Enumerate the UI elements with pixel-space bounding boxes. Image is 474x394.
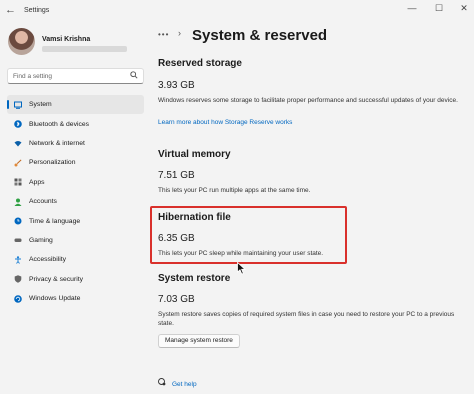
storage-reserve-learn-more-link[interactable]: Learn more about how Storage Reserve wor… [158, 119, 292, 126]
sidebar-item-label: System [29, 101, 52, 109]
sidebar-item-accounts[interactable]: Accounts [7, 192, 144, 211]
update-icon [14, 294, 22, 303]
virtual-memory-title: Virtual memory [158, 149, 231, 160]
bluetooth-icon [14, 120, 22, 128]
title-bar: ← Settings — ☐ ✕ [0, 0, 474, 22]
sidebar-item-label: Network & internet [29, 139, 85, 147]
close-button[interactable]: ✕ [457, 3, 471, 14]
sidebar-item-label: Time & language [29, 217, 81, 225]
sidebar-item-gaming[interactable]: Gaming [7, 231, 144, 250]
sidebar-item-system[interactable]: System [7, 95, 144, 115]
hibernation-file-size: 6.35 GB [158, 233, 195, 244]
hibernation-file-description: This lets your PC sleep while maintainin… [158, 250, 324, 257]
sidebar-item-label: Personalization [29, 159, 76, 167]
maximize-button[interactable]: ☐ [432, 3, 446, 14]
mouse-cursor-icon [237, 261, 247, 280]
sidebar-item-label: Bluetooth & devices [29, 120, 90, 128]
virtual-memory-description: This lets your PC run multiple apps at t… [158, 187, 311, 194]
search-placeholder: Find a setting [13, 73, 53, 80]
breadcrumb-overflow-button[interactable]: ••• [158, 30, 169, 39]
sidebar-item-label: Privacy & security [29, 275, 84, 283]
sidebar-item-label: Windows Update [29, 295, 81, 303]
sidebar-item-network[interactable]: Network & internet [7, 134, 144, 153]
sidebar-item-label: Apps [29, 178, 45, 186]
page-title: System & reserved [192, 27, 328, 44]
minimize-button[interactable]: — [405, 3, 419, 13]
sidebar-item-bluetooth[interactable]: Bluetooth & devices [7, 114, 144, 133]
user-name: Vamsi Krishna [42, 36, 91, 43]
globe-clock-icon [14, 217, 22, 225]
search-input[interactable]: Find a setting [7, 68, 144, 84]
person-icon [14, 198, 22, 206]
accessibility-icon [14, 256, 22, 264]
hibernation-file-title: Hibernation file [158, 212, 231, 223]
sidebar-item-label: Accessibility [29, 256, 67, 264]
wifi-icon [14, 139, 22, 147]
brush-icon [14, 159, 22, 167]
sidebar-item-label: Gaming [29, 236, 53, 244]
sidebar-item-personalization[interactable]: Personalization [7, 153, 144, 172]
avatar[interactable] [8, 28, 35, 55]
system-restore-size: 7.03 GB [158, 294, 195, 305]
app-title: Settings [24, 7, 50, 14]
get-help-link[interactable]: Get help [158, 378, 197, 388]
system-restore-title: System restore [158, 273, 231, 284]
sidebar-nav: System Bluetooth & devices Network & int… [7, 95, 144, 308]
system-icon [14, 101, 22, 109]
reserved-storage-size: 3.93 GB [158, 80, 195, 91]
shield-icon [14, 275, 22, 283]
sidebar-item-label: Accounts [29, 198, 57, 206]
sidebar-item-apps[interactable]: Apps [7, 173, 144, 192]
apps-icon [14, 178, 22, 186]
sidebar-item-privacy-security[interactable]: Privacy & security [7, 270, 144, 289]
reserved-storage-description: Windows reserves some storage to facilit… [158, 97, 458, 104]
sidebar-item-accessibility[interactable]: Accessibility [7, 250, 144, 269]
virtual-memory-size: 7.51 GB [158, 170, 195, 181]
search-icon[interactable] [130, 71, 138, 81]
manage-system-restore-button[interactable]: Manage system restore [158, 334, 240, 348]
back-button[interactable]: ← [5, 4, 16, 16]
sidebar-item-windows-update[interactable]: Windows Update [7, 289, 144, 308]
reserved-storage-title: Reserved storage [158, 58, 242, 69]
controller-icon [14, 236, 22, 244]
sidebar-item-time-language[interactable]: Time & language [7, 211, 144, 230]
help-icon [158, 378, 167, 388]
get-help-label: Get help [172, 381, 197, 388]
chevron-right-icon: › [178, 28, 181, 38]
user-email-redacted [42, 46, 127, 52]
system-restore-description: System restore saves copies of required … [158, 311, 455, 327]
